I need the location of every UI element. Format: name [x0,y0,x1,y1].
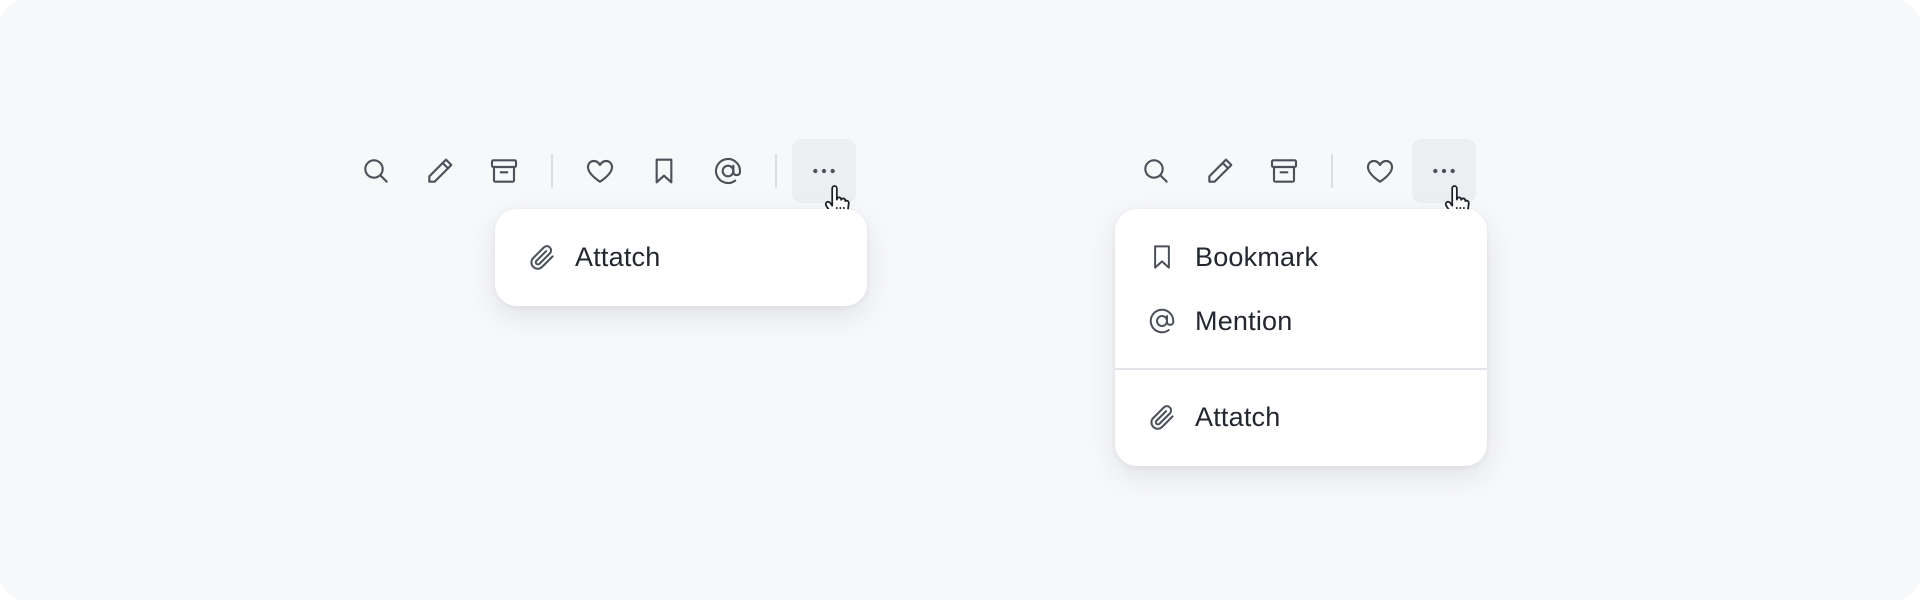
more-horizontal-icon [813,168,835,174]
menu-divider [1115,368,1487,370]
archive-button[interactable] [472,139,536,203]
menu-item-bookmark[interactable]: Bookmark [1115,225,1487,289]
more-horizontal-icon [1433,168,1455,174]
menu-item-label: Bookmark [1195,241,1319,272]
like-button[interactable] [1348,139,1412,203]
bookmark-icon [655,158,673,184]
menu-item-label: Attatch [575,241,661,272]
archive-button[interactable] [1252,139,1316,203]
toolbar-right [1124,139,1476,203]
archive-icon [1270,159,1298,183]
search-icon [1144,159,1168,183]
search-icon [364,159,388,183]
pencil-icon [1208,158,1233,183]
search-button[interactable] [1124,139,1188,203]
menu-item-attach[interactable]: Attatch [1115,385,1487,449]
pencil-icon [428,158,453,183]
menu-item-mention[interactable]: Mention [1115,289,1487,353]
menu-item-label: Mention [1195,305,1293,336]
dropdown-menu-right: Bookmark Mention Attatch [1115,209,1487,466]
paperclip-icon [530,245,554,270]
bookmark-icon [1154,245,1170,269]
heart-icon [1366,159,1394,183]
dropdown-menu-left: Attatch [495,209,867,306]
menu-item-label: Attatch [1195,401,1281,432]
toolbar-divider [1331,154,1333,188]
like-button[interactable] [568,139,632,203]
bookmark-button[interactable] [632,139,696,203]
paperclip-icon [1150,405,1174,430]
toolbar-left [344,139,856,203]
menu-item-attach[interactable]: Attatch [495,225,867,289]
canvas: Attatch Bookmark Mention Attatch [0,0,1920,600]
archive-icon [490,159,518,183]
edit-button[interactable] [408,139,472,203]
edit-button[interactable] [1188,139,1252,203]
heart-icon [586,159,614,183]
at-sign-icon [1149,308,1175,334]
toolbar-divider [775,154,777,188]
search-button[interactable] [344,139,408,203]
mention-button[interactable] [696,139,760,203]
toolbar-divider [551,154,553,188]
at-sign-icon [715,157,742,185]
